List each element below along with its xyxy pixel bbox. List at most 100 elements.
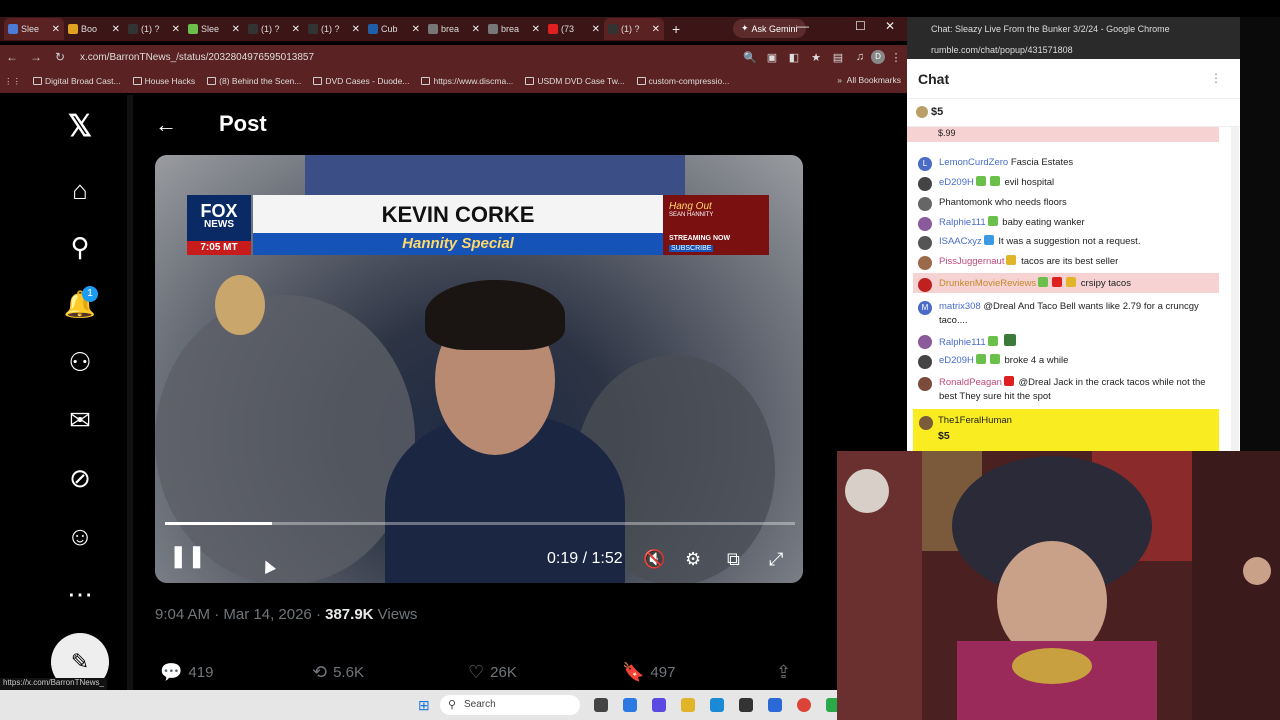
bookmark-item[interactable]: Digital Broad Cast...	[33, 76, 121, 86]
browser-tab-1[interactable]: Slee ✕	[4, 18, 64, 40]
scrollbar[interactable]	[127, 95, 133, 690]
chat-username[interactable]: Ralphie111	[939, 337, 986, 348]
fullscreen-icon[interactable]: ⤢	[769, 549, 783, 570]
share-button[interactable]: ⇪	[776, 662, 791, 683]
all-bookmarks-link[interactable]: » All Bookmarks	[837, 75, 901, 85]
chat-username[interactable]: PissJuggernaut	[939, 256, 1004, 267]
bookmark-item[interactable]: (8) Behind the Scen...	[207, 76, 301, 86]
browser-tab-6[interactable]: (1) ? ✕	[304, 18, 364, 40]
task-view-icon[interactable]	[594, 698, 608, 712]
badge-icon	[1006, 255, 1017, 265]
app-icon[interactable]	[623, 698, 637, 712]
forward-nav-icon[interactable]: →	[24, 50, 48, 64]
chat-username[interactable]: eD209H	[939, 355, 974, 366]
chat-url-bar[interactable]: rumble.com/chat/popup/431571808	[907, 41, 1240, 59]
messages-envelope-icon[interactable]: ✉	[62, 402, 98, 438]
chat-username[interactable]: matrix308	[939, 301, 981, 312]
chat-username[interactable]: RonaldPeagan	[939, 377, 1002, 388]
media-icon[interactable]: ♫	[849, 51, 871, 63]
like-button[interactable]: ♡ 26K	[468, 662, 517, 683]
address-bar[interactable]: x.com/BarronTNews_/status/20328049765950…	[80, 52, 739, 63]
edge-browser-icon[interactable]	[710, 698, 724, 712]
profile-icon[interactable]: ☺	[62, 518, 98, 554]
chat-username[interactable]: LemonCurdZero	[939, 157, 1008, 168]
browser-tab-4[interactable]: Slee ✕	[184, 18, 244, 40]
browser-tab-9[interactable]: brea ✕	[484, 18, 544, 40]
browser-tab-2[interactable]: Boo ✕	[64, 18, 124, 40]
windows-start-icon[interactable]: ⊞	[418, 698, 432, 712]
reload-icon[interactable]: ↻	[48, 50, 72, 64]
bookmark-item[interactable]: custom-compressio...	[636, 76, 729, 86]
mute-speaker-icon[interactable]: 🔇	[643, 549, 665, 570]
chrome-icon[interactable]	[797, 698, 811, 712]
video-progress-bar[interactable]	[165, 522, 795, 525]
chat-menu-icon[interactable]: ⋮	[1210, 71, 1222, 85]
maximize-icon[interactable]: ☐	[855, 19, 866, 33]
pinned-rant-bar[interactable]: $5	[907, 99, 1240, 127]
grok-icon[interactable]: ⊘	[62, 460, 98, 496]
all-bookmarks-label: All Bookmarks	[846, 75, 901, 85]
app-icon[interactable]	[739, 698, 753, 712]
side-panel-icon[interactable]: ▤	[827, 51, 849, 64]
cast-icon[interactable]: ▣	[761, 51, 783, 64]
bookmark-item[interactable]: USDM DVD Case Tw...	[525, 76, 625, 86]
bookmark-item[interactable]: House Hacks	[132, 76, 195, 86]
app-icon[interactable]	[768, 698, 782, 712]
ask-gemini-button[interactable]: ✦ Ask Gemini	[733, 19, 806, 38]
bookmark-item[interactable]: DVD Cases - Duode...	[313, 76, 409, 86]
new-tab-plus-icon[interactable]: +	[672, 21, 680, 37]
settings-gear-icon[interactable]: ⚙	[685, 549, 701, 570]
chat-username[interactable]: DrunkenMovieReviews	[939, 278, 1036, 289]
file-explorer-icon[interactable]	[681, 698, 695, 712]
home-icon[interactable]: ⌂	[62, 172, 98, 208]
chat-username[interactable]: Phantomonk	[939, 197, 992, 208]
extension-icon[interactable]: ◧	[783, 51, 805, 64]
back-arrow-icon[interactable]: ←	[155, 112, 177, 138]
profile-avatar-icon[interactable]: D	[871, 50, 885, 64]
tab-close-icon[interactable]: ✕	[232, 24, 240, 35]
zoom-icon[interactable]: 🔍	[739, 51, 761, 64]
avatar	[918, 278, 932, 292]
tab-close-icon[interactable]: ✕	[532, 24, 540, 35]
bookmark-item[interactable]: https://www.discma...	[421, 76, 513, 86]
back-nav-icon[interactable]: ←	[0, 50, 24, 64]
like-count: 26K	[490, 664, 517, 681]
reply-button[interactable]: 💬 419	[160, 662, 213, 683]
follow-person-icon[interactable]: ⚇	[62, 344, 98, 380]
more-options-icon[interactable]: ⋯	[62, 576, 98, 612]
tab-close-icon[interactable]: ✕	[652, 24, 660, 35]
rant-username[interactable]: The1FeralHuman	[938, 415, 1012, 426]
pip-icon[interactable]: ⧉	[727, 549, 740, 570]
tab-close-icon[interactable]: ✕	[472, 24, 480, 35]
x-logo-icon[interactable]: 𝕏	[62, 109, 98, 145]
browser-tab-8[interactable]: brea ✕	[424, 18, 484, 40]
browser-tab-10[interactable]: (73 ✕	[544, 18, 604, 40]
browser-tab-3[interactable]: (1) ? ✕	[124, 18, 184, 40]
window-close-icon[interactable]: ✕	[885, 19, 895, 33]
repost-button[interactable]: ⟲ 5.6K	[312, 662, 364, 683]
tab-close-icon[interactable]: ✕	[412, 24, 420, 35]
tab-close-icon[interactable]: ✕	[592, 24, 600, 35]
bookmark-star-icon[interactable]: ★	[805, 51, 827, 64]
browser-tab-5[interactable]: (1) ? ✕	[244, 18, 304, 40]
bookmark-button[interactable]: 🔖 497	[622, 662, 675, 683]
chat-scrollbar[interactable]	[1231, 127, 1239, 451]
tab-close-icon[interactable]: ✕	[352, 24, 360, 35]
browser-tab-11[interactable]: (1) ? ✕	[604, 18, 664, 40]
browser-menu-icon[interactable]: ⋮	[885, 51, 907, 64]
chat-username[interactable]: Ralphie111	[939, 217, 986, 228]
tab-close-icon[interactable]: ✕	[52, 24, 60, 35]
tab-close-icon[interactable]: ✕	[172, 24, 180, 35]
taskbar-search[interactable]: ⚲ Search	[440, 695, 580, 715]
tab-close-icon[interactable]: ✕	[292, 24, 300, 35]
video-player[interactable]: FOX NEWS 7:05 MT KEVIN CORKE Hannity Spe…	[155, 155, 803, 583]
app-icon[interactable]	[652, 698, 666, 712]
minimize-icon[interactable]: —	[797, 19, 809, 33]
browser-tab-7[interactable]: Cub ✕	[364, 18, 424, 40]
search-icon[interactable]: ⚲	[62, 229, 98, 265]
chat-username[interactable]: ISAACxyz	[939, 236, 982, 247]
pause-icon[interactable]: ❚❚	[169, 543, 206, 569]
chat-username[interactable]: eD209H	[939, 177, 974, 188]
apps-grid-icon[interactable]: ⋮⋮	[4, 76, 21, 87]
tab-close-icon[interactable]: ✕	[112, 24, 120, 35]
